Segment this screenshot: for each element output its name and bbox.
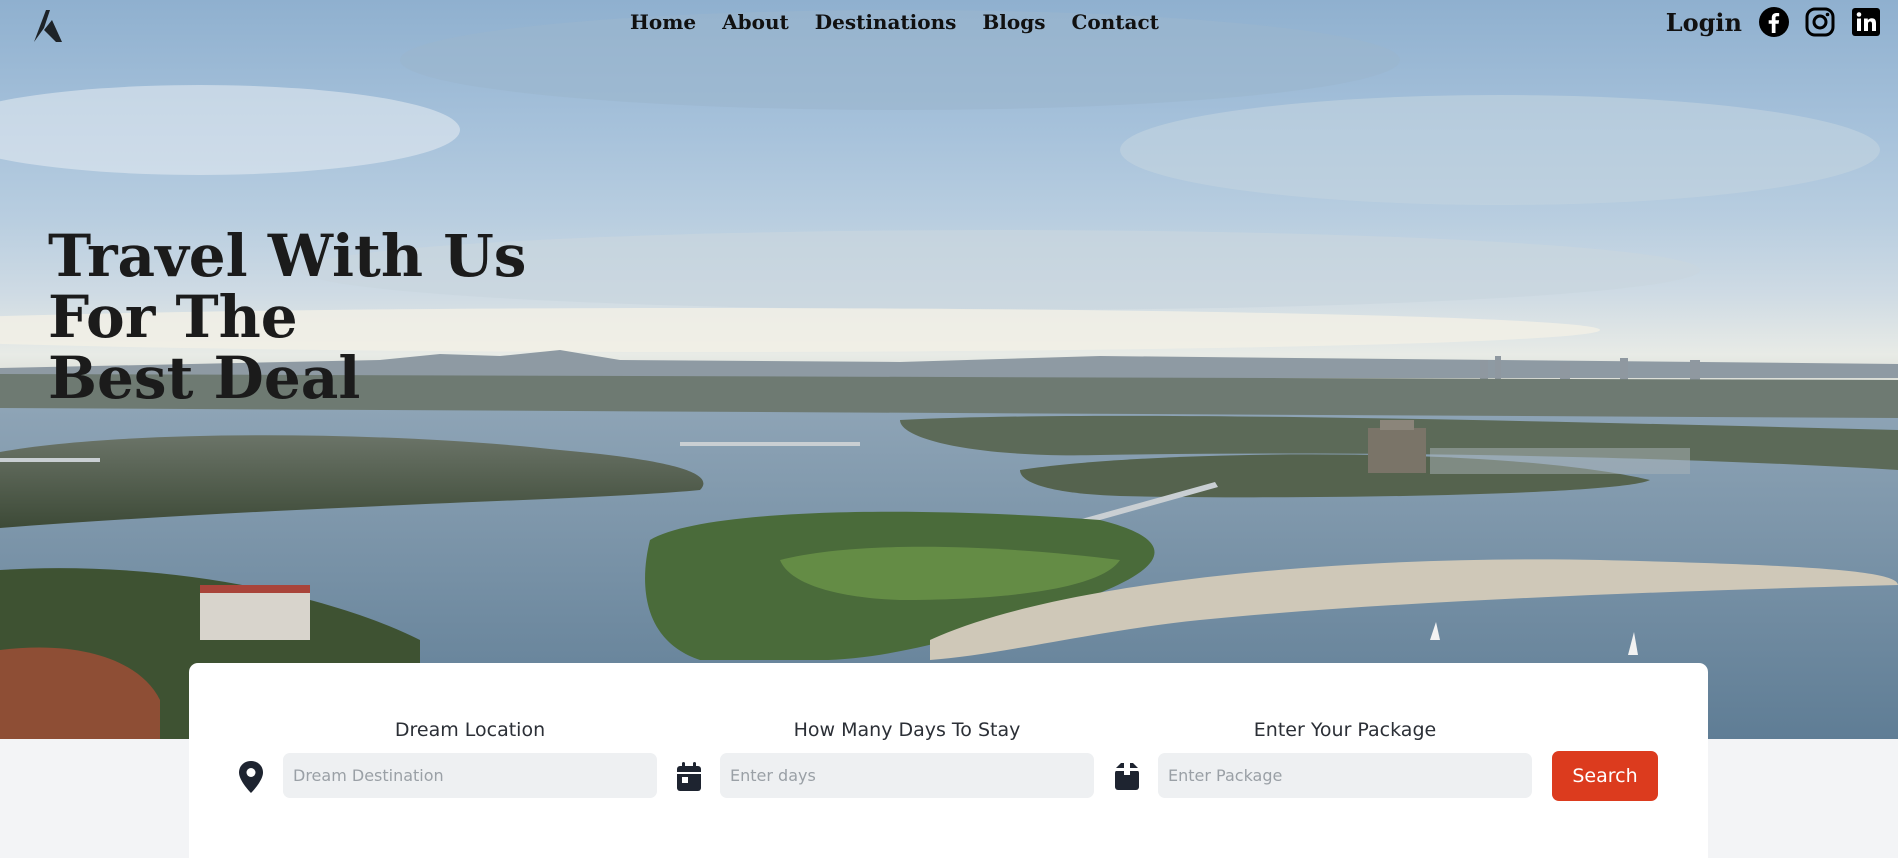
- box-icon: [1115, 763, 1139, 790]
- main-nav: Home About Destinations Blogs Contact: [630, 10, 1159, 34]
- map-pin-icon: [239, 761, 263, 793]
- package-label: Enter Your Package: [1253, 719, 1437, 741]
- days-input[interactable]: [720, 753, 1094, 798]
- nav-destinations-link[interactable]: Destinations: [815, 10, 957, 34]
- hero-headline: Travel With Us For The Best Deal: [48, 226, 526, 409]
- facebook-icon[interactable]: [1758, 6, 1790, 38]
- nav-blogs-link[interactable]: Blogs: [982, 10, 1045, 34]
- days-label: How Many Days To Stay: [793, 719, 1021, 741]
- a-logo-icon[interactable]: [30, 6, 66, 44]
- nav-about-link[interactable]: About: [722, 10, 789, 34]
- hero-banner: Home About Destinations Blogs Contact Lo…: [0, 0, 1898, 739]
- instagram-icon[interactable]: [1804, 6, 1836, 38]
- search-button[interactable]: Search: [1552, 751, 1658, 801]
- headline-line-1: Travel With Us: [48, 222, 527, 290]
- nav-home-link[interactable]: Home: [630, 10, 696, 34]
- headline-line-3: Best Deal: [48, 344, 361, 412]
- search-card: Dream Location How Many Days To Stay Ent…: [189, 663, 1708, 858]
- login-link[interactable]: Login: [1666, 8, 1742, 37]
- calendar-icon: [677, 762, 701, 791]
- package-input[interactable]: [1158, 753, 1532, 798]
- location-input[interactable]: [283, 753, 657, 798]
- linkedin-icon[interactable]: [1850, 6, 1882, 38]
- headline-line-2: For The: [48, 283, 298, 351]
- nav-right-group: Login: [1666, 6, 1882, 38]
- location-label: Dream Location: [394, 719, 546, 741]
- nav-contact-link[interactable]: Contact: [1071, 10, 1158, 34]
